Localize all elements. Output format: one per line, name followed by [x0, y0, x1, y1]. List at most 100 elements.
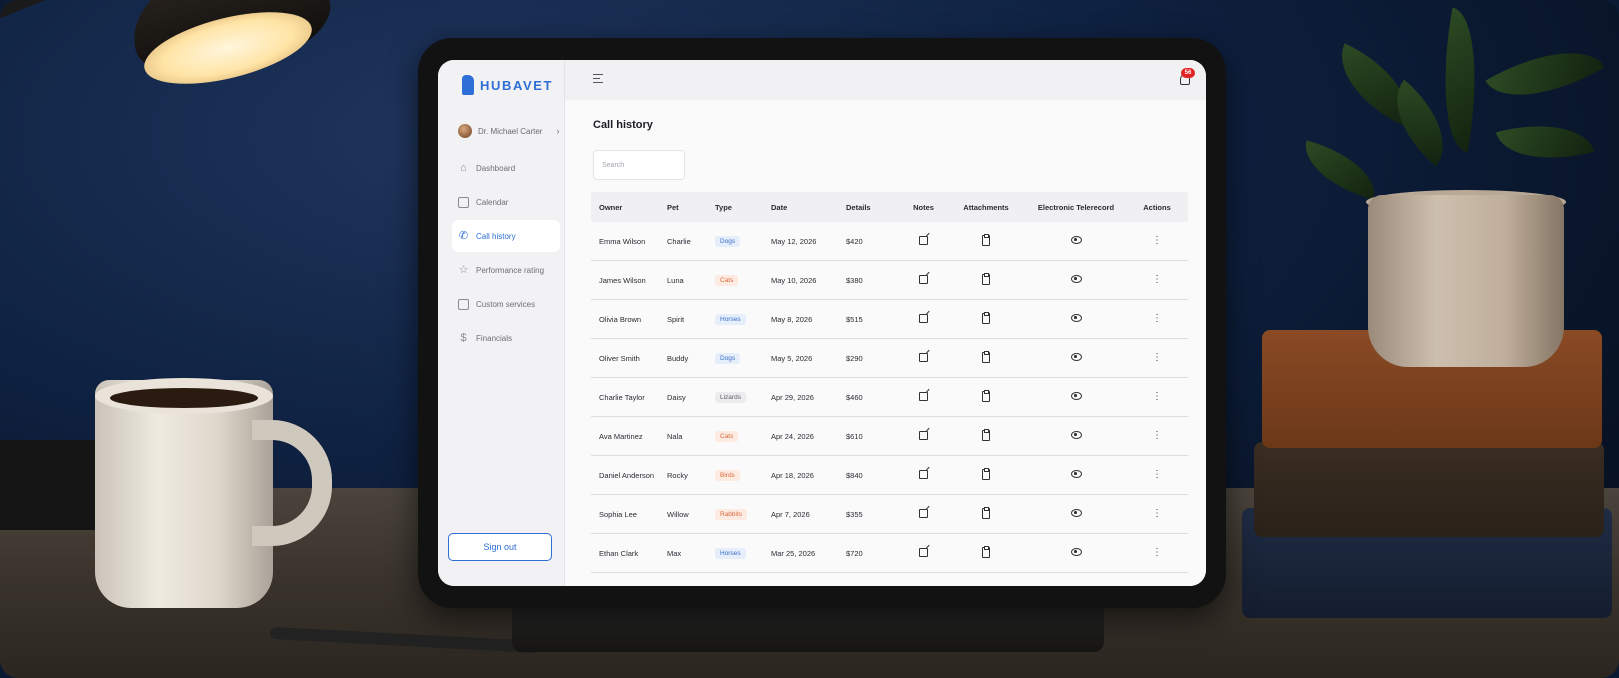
pet-name: Charlie — [667, 236, 691, 246]
edit-note-icon[interactable] — [919, 313, 928, 323]
horse-logo-icon — [462, 75, 474, 95]
edit-note-icon[interactable] — [919, 391, 928, 401]
eye-icon[interactable] — [1070, 548, 1082, 556]
search-input[interactable]: Search — [593, 150, 685, 180]
actions-cell: ⋮ — [1126, 236, 1188, 246]
edit-note-icon[interactable] — [919, 352, 928, 362]
table-row[interactable]: Emma Wilson Charlie Dogs May 12, 2026 $420 ⋮ — [591, 222, 1188, 261]
edit-note-icon[interactable] — [919, 469, 928, 479]
attachments-cell — [946, 545, 1026, 560]
sidebar-item-financials[interactable]: $ Financials — [452, 322, 560, 354]
attachments-cell — [946, 272, 1026, 287]
clipboard-icon[interactable] — [982, 350, 990, 363]
table-row[interactable]: Oliver Smith Buddy Dogs May 5, 2026 $290 ⋮ — [591, 339, 1188, 378]
table-header: Owner Pet Type Date Details Notes Attach… — [591, 192, 1188, 222]
notes-cell — [901, 235, 946, 247]
brand-logo[interactable]: HUBAVET — [462, 74, 553, 96]
table-row[interactable]: Ava Martinez Nala Cats Apr 24, 2026 $610 ⋮ — [591, 417, 1188, 456]
column-header-details[interactable]: Details — [846, 203, 901, 212]
clipboard-icon[interactable] — [982, 311, 990, 324]
calendar-icon — [458, 196, 469, 208]
column-header-date[interactable]: Date — [771, 203, 846, 212]
type-cell: Dogs — [715, 352, 771, 364]
more-vertical-icon[interactable]: ⋮ — [1152, 235, 1162, 246]
pet-name: Max — [667, 548, 682, 558]
call-date: May 8, 2026 — [771, 314, 813, 324]
table-row[interactable]: Ethan Clark Max Horses Mar 25, 2026 $720 ⋮ — [591, 534, 1188, 573]
more-vertical-icon[interactable]: ⋮ — [1152, 274, 1162, 285]
table-row[interactable]: James Wilson Luna Cats May 10, 2026 $380 ⋮ — [591, 261, 1188, 300]
more-vertical-icon[interactable]: ⋮ — [1152, 313, 1162, 324]
edit-note-icon[interactable] — [919, 508, 928, 518]
more-vertical-icon[interactable]: ⋮ — [1152, 508, 1162, 519]
sidebar-item-label: Dashboard — [476, 163, 516, 173]
column-header-attachments[interactable]: Attachments — [946, 203, 1026, 212]
hamburger-menu-icon[interactable] — [593, 74, 603, 83]
eye-icon[interactable] — [1070, 236, 1082, 244]
call-date: Apr 7, 2026 — [771, 509, 810, 519]
eye-icon[interactable] — [1070, 431, 1082, 439]
actions-cell: ⋮ — [1126, 392, 1188, 402]
clipboard-icon[interactable] — [982, 428, 990, 441]
table-row[interactable]: Charlie Taylor Daisy Lizards Apr 29, 2026 $4… — [591, 378, 1188, 417]
notes-cell — [901, 508, 946, 520]
edit-note-icon[interactable] — [919, 235, 928, 245]
column-header-actions[interactable]: Actions — [1126, 203, 1188, 212]
table-row[interactable]: Olivia Brown Spirit Horses May 8, 2026 $515 ⋮ — [591, 300, 1188, 339]
plant-leaf — [1495, 109, 1595, 175]
clipboard-icon[interactable] — [982, 467, 990, 480]
type-cell: Cats — [715, 274, 771, 286]
column-header-notes[interactable]: Notes — [901, 203, 946, 212]
edit-note-icon[interactable] — [919, 430, 928, 440]
column-header-electronic-telerecord[interactable]: Electronic Telerecord — [1026, 203, 1126, 212]
telerecord-cell — [1026, 548, 1126, 558]
type-cell: Dogs — [715, 235, 771, 247]
user-profile[interactable]: Dr. Michael Carter › — [458, 124, 559, 138]
eye-icon[interactable] — [1070, 470, 1082, 478]
more-vertical-icon[interactable]: ⋮ — [1152, 352, 1162, 363]
sidebar-item-dashboard[interactable]: ⌂ Dashboard — [452, 152, 560, 184]
owner-name: Olivia Brown — [599, 314, 642, 324]
column-header-owner[interactable]: Owner — [591, 203, 667, 212]
owner-name: Daniel Anderson — [599, 470, 655, 480]
attachments-cell — [946, 428, 1026, 443]
sidebar-item-calendar[interactable]: Calendar — [452, 186, 560, 218]
edit-note-icon[interactable] — [919, 274, 928, 284]
owner-name: Charlie Taylor — [599, 392, 645, 402]
type-cell: Cats — [715, 430, 771, 442]
clipboard-icon[interactable] — [982, 545, 990, 558]
user-name: Dr. Michael Carter — [478, 126, 543, 136]
more-vertical-icon[interactable]: ⋮ — [1152, 547, 1162, 558]
table-row[interactable]: Daniel Anderson Rocky Birds Apr 18, 2026 $84… — [591, 456, 1188, 495]
eye-icon[interactable] — [1070, 509, 1082, 517]
clipboard-icon[interactable] — [982, 506, 990, 519]
avatar — [458, 124, 472, 138]
type-tag: Cats — [715, 430, 739, 442]
telerecord-cell — [1026, 431, 1126, 441]
more-vertical-icon[interactable]: ⋮ — [1152, 430, 1162, 441]
eye-icon[interactable] — [1070, 392, 1082, 400]
more-vertical-icon[interactable]: ⋮ — [1152, 391, 1162, 402]
column-header-pet[interactable]: Pet — [667, 203, 715, 212]
sidebar-item-performance-rating[interactable]: ☆ Performance rating — [452, 254, 560, 286]
coffee-mug — [95, 380, 273, 608]
clipboard-icon[interactable] — [982, 272, 990, 285]
owner-name: Oliver Smith — [599, 353, 640, 363]
eye-icon[interactable] — [1070, 314, 1082, 322]
edit-note-icon[interactable] — [919, 547, 928, 557]
table-row[interactable]: Sophia Lee Willow Rabbits Apr 7, 2026 $355 ⋮ — [591, 495, 1188, 534]
sign-out-button[interactable]: Sign out — [448, 533, 552, 561]
eye-icon[interactable] — [1070, 353, 1082, 361]
owner-name: James Wilson — [599, 275, 646, 285]
type-tag: Rabbits — [715, 508, 748, 520]
type-tag: Horses — [715, 547, 746, 559]
eye-icon[interactable] — [1070, 275, 1082, 283]
more-vertical-icon[interactable]: ⋮ — [1152, 469, 1162, 480]
column-header-type[interactable]: Type — [715, 203, 771, 212]
notes-cell — [901, 274, 946, 286]
sidebar-item-custom-services[interactable]: Custom services — [452, 288, 560, 320]
main-content: Call history Search Owner Pet Type Date … — [565, 100, 1206, 586]
clipboard-icon[interactable] — [982, 233, 990, 246]
clipboard-icon[interactable] — [982, 389, 990, 402]
sidebar-item-call-history[interactable]: ✆ Call history — [452, 220, 560, 252]
